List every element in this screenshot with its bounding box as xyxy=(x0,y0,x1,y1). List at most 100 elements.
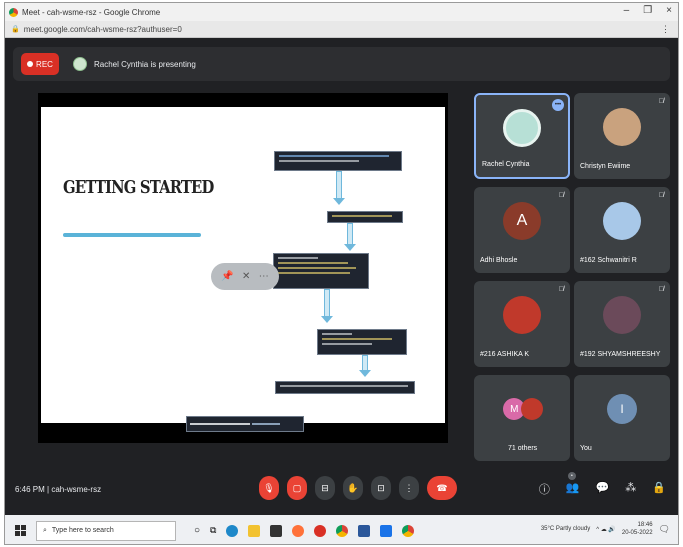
mic-off-icon: 🎙 xyxy=(263,482,275,493)
lock-icon: 🔒 xyxy=(11,26,20,33)
system-tray: 35°C Partly cloudy ^ ☁ 🔊 18:46 20-05-202… xyxy=(541,521,670,537)
more-icon[interactable]: ⋮ xyxy=(661,24,670,35)
diagram-connector xyxy=(362,355,368,371)
captions-button[interactable]: ⊟ xyxy=(315,476,335,500)
captions-icon: ⊟ xyxy=(321,482,329,493)
taskbar-apps: ○ ⧉ xyxy=(194,524,415,537)
more-options-button[interactable]: ⋮ xyxy=(399,476,419,500)
address-bar[interactable]: 🔒 meet.google.com/cah-wsme-rsz?authuser=… xyxy=(5,21,678,38)
participant-name: Christyn Ewiime xyxy=(580,163,631,170)
avatar xyxy=(603,202,641,241)
recording-badge: REC xyxy=(21,53,59,75)
meeting-time-code: 6:46 PM | cah-wsme-rsz xyxy=(15,485,102,494)
app-icon[interactable] xyxy=(380,524,393,537)
participant-tile[interactable]: 🎙̸ Christyn Ewiime xyxy=(574,93,670,179)
participant-name: Rachel Cynthia xyxy=(482,161,530,168)
clock[interactable]: 18:46 20-05-2022 xyxy=(622,521,653,537)
presentation-toolbar[interactable]: 📌 ✕ ⋯ xyxy=(211,263,279,290)
host-controls-icon[interactable]: 🔒 xyxy=(652,481,666,497)
app-icon[interactable] xyxy=(314,524,327,537)
diagram-connector xyxy=(336,171,342,199)
diagram-arrow xyxy=(344,244,356,251)
taskbar-search[interactable]: ⌕ Type here to search xyxy=(36,520,176,541)
avatar: A xyxy=(503,202,541,241)
chrome-icon xyxy=(9,7,18,17)
side-controls: ⓘ 👥 • 💬 ⁂ 🔒 xyxy=(539,472,666,497)
window-title: Meet - cah-wsme-rsz - Google Chrome xyxy=(22,7,161,17)
participant-name: You xyxy=(580,445,592,452)
close-button[interactable]: × xyxy=(666,5,672,16)
call-controls: 🎙 ▢ ⊟ ✋ ⊡ ⋮ ☎ xyxy=(259,476,457,500)
avatar xyxy=(503,296,541,335)
mute-icon[interactable]: ✕ xyxy=(242,271,250,282)
diagram-connector xyxy=(347,223,353,245)
search-placeholder: Type here to search xyxy=(51,527,114,534)
maximize-button[interactable]: ❐ xyxy=(643,5,652,16)
slide-title: GETTING STARTED xyxy=(63,177,214,198)
notification-icon[interactable]: 🗨 xyxy=(659,524,670,535)
participant-tile[interactable]: 🎙̸ #192 SHYAMSHREESHY xyxy=(574,281,670,367)
presentation-stage[interactable]: GETTING STARTED 📌 ✕ ⋯ xyxy=(38,93,448,443)
search-icon: ⌕ xyxy=(43,526,47,534)
participant-name: #216 ASHIKA K xyxy=(480,351,530,358)
participant-tile-others[interactable]: M 71 others xyxy=(474,375,570,461)
participant-name: 71 others xyxy=(508,445,538,452)
diagram-node-1 xyxy=(274,151,402,171)
meeting-controls-bar: 6:46 PM | cah-wsme-rsz 🎙 ▢ ⊟ ✋ ⊡ ⋮ ☎ ⓘ 👥… xyxy=(5,469,678,513)
end-call-button[interactable]: ☎ xyxy=(427,476,457,500)
chrome-taskbar-icon[interactable] xyxy=(402,524,415,537)
chat-icon[interactable]: 💬 xyxy=(596,481,610,497)
diagram-arrow xyxy=(333,198,345,205)
mic-off-icon: 🎙̸ xyxy=(658,192,664,199)
participant-tile[interactable]: ••• Rachel Cynthia xyxy=(474,93,570,179)
task-view-icon[interactable]: ⧉ xyxy=(210,525,216,536)
diagram-node-3 xyxy=(273,253,369,289)
diagram-node-2 xyxy=(327,211,403,223)
mic-off-icon: 🎙̸ xyxy=(558,192,564,199)
file-explorer-icon[interactable] xyxy=(248,524,261,537)
store-icon[interactable] xyxy=(270,524,283,537)
mic-toggle-button[interactable]: 🎙 xyxy=(259,476,279,500)
participant-tile[interactable]: 🎙̸ #216 ASHIKA K xyxy=(474,281,570,367)
mic-off-icon: 🎙̸ xyxy=(658,286,664,293)
diagram-connector xyxy=(324,289,330,317)
presenting-text: Rachel Cynthia is presenting xyxy=(94,59,196,69)
minimize-button[interactable]: – xyxy=(624,5,630,16)
windows-taskbar: ⌕ Type here to search ○ ⧉ 35°C Partly cl… xyxy=(5,515,678,544)
raise-hand-button[interactable]: ✋ xyxy=(343,476,363,500)
participant-name: #192 SHYAMSHREESHY xyxy=(580,351,661,358)
presenting-banner: REC Rachel Cynthia is presenting xyxy=(13,47,670,81)
cortana-icon[interactable]: ○ xyxy=(194,525,200,536)
screen: Meet - cah-wsme-rsz - Google Chrome – ❐ … xyxy=(4,2,679,545)
activities-icon[interactable]: ⁂ xyxy=(625,481,636,497)
clock-date: 20-05-2022 xyxy=(621,530,653,536)
participant-tile[interactable]: A 🎙̸ Adhi Bhosle xyxy=(474,187,570,273)
firefox-icon[interactable] xyxy=(292,524,305,537)
more-options-icon[interactable]: ⋯ xyxy=(259,271,269,282)
phone-hangup-icon: ☎ xyxy=(436,482,448,493)
pin-icon[interactable]: 📌 xyxy=(221,271,233,282)
participant-tile[interactable]: 🎙̸ #162 Schwanitri R xyxy=(574,187,670,273)
url-text[interactable]: meet.google.com/cah-wsme-rsz?authuser=0 xyxy=(24,25,182,34)
rec-label: REC xyxy=(36,59,53,69)
people-icon[interactable]: 👥 • xyxy=(566,472,580,497)
windows-start-icon[interactable] xyxy=(15,525,26,536)
camera-toggle-button[interactable]: ▢ xyxy=(287,476,307,500)
avatar xyxy=(603,108,641,147)
tray-icons[interactable]: ^ ☁ 🔊 xyxy=(596,526,616,533)
participant-name: #162 Schwanitri R xyxy=(580,257,637,264)
people-count-badge: • xyxy=(567,472,576,480)
diagram-node-5 xyxy=(275,381,415,394)
diagram-node-4 xyxy=(317,329,407,355)
mic-off-icon: 🎙̸ xyxy=(658,98,664,105)
word-icon[interactable] xyxy=(358,524,371,537)
info-icon[interactable]: ⓘ xyxy=(539,481,550,497)
diagram-arrow xyxy=(359,370,371,377)
title-underline xyxy=(63,233,201,237)
edge-icon[interactable] xyxy=(226,524,239,537)
participant-tile-self[interactable]: I You xyxy=(574,375,670,461)
weather-text[interactable]: 35°C Partly cloudy xyxy=(541,526,590,532)
chrome-taskbar-icon[interactable] xyxy=(336,524,349,537)
presenter-avatar xyxy=(73,57,87,71)
present-button[interactable]: ⊡ xyxy=(371,476,391,500)
